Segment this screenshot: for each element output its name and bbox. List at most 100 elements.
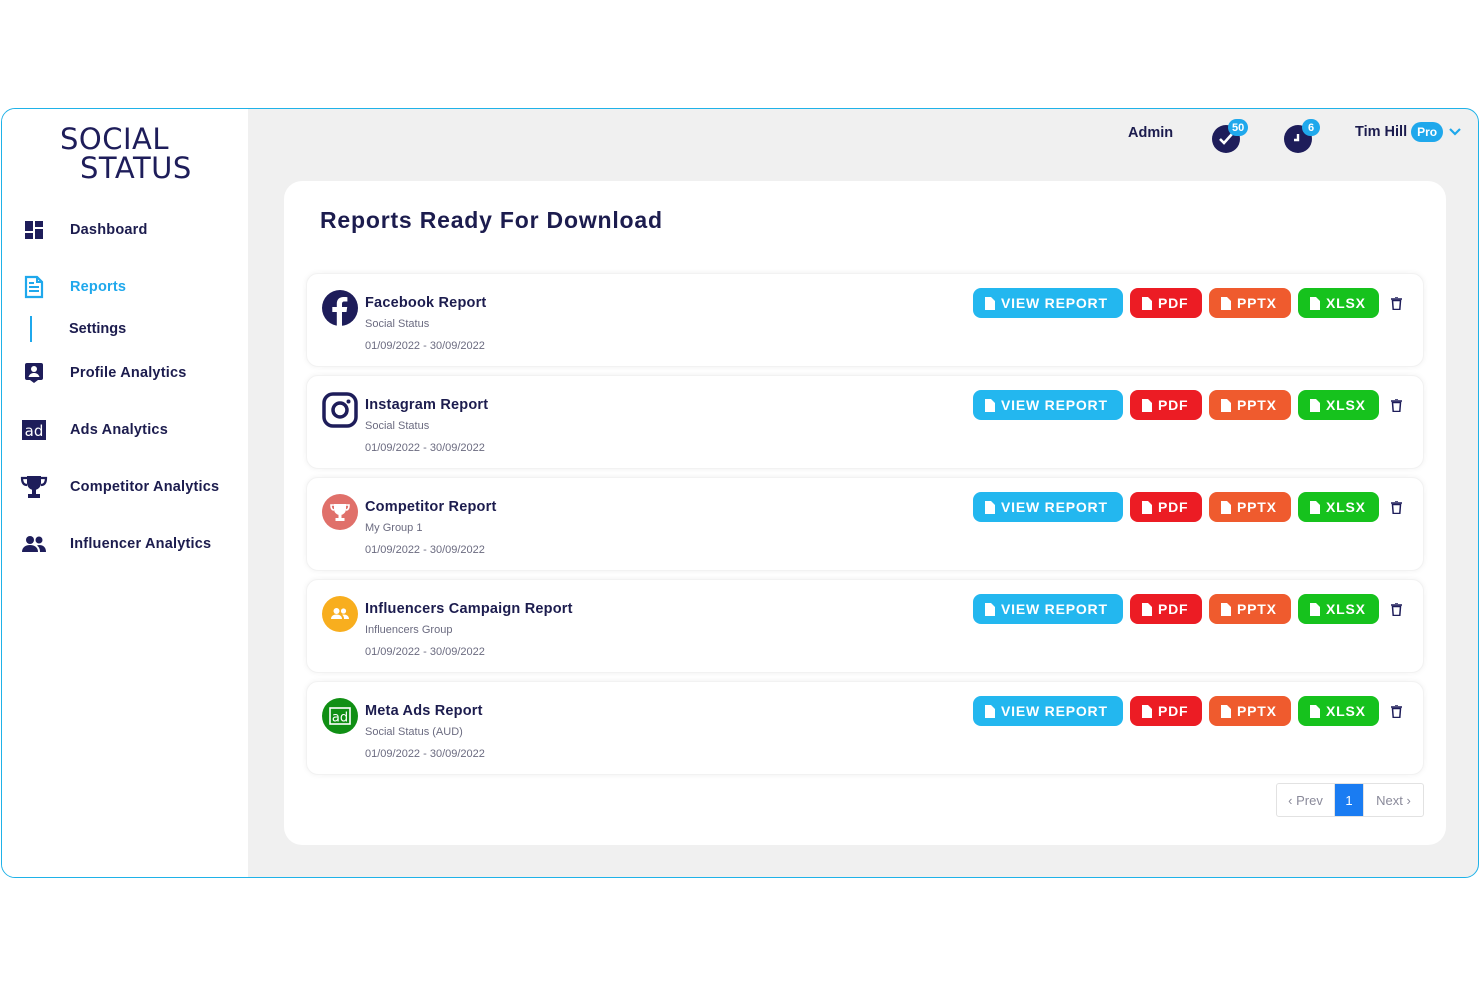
pdf-label: PDF (1158, 499, 1189, 515)
sidebar-item-reports[interactable]: Reports (20, 272, 126, 302)
pdf-label: PDF (1158, 601, 1189, 617)
report-subtitle: Social Status (365, 318, 430, 330)
trash-icon[interactable] (1389, 397, 1403, 413)
report-date-range: 01/09/2022 - 30/09/2022 (365, 748, 485, 760)
trophy-icon (322, 494, 358, 530)
xlsx-label: XLSX (1326, 703, 1366, 719)
pptx-button[interactable]: PPTX (1209, 390, 1291, 420)
view-report-label: VIEW REPORT (1001, 295, 1108, 311)
xlsx-button[interactable]: XLSX (1298, 492, 1379, 522)
page-1-button[interactable]: 1 (1335, 784, 1363, 816)
clock-notification[interactable]: 6 (1284, 119, 1320, 153)
tasks-notification[interactable]: 50 (1212, 119, 1249, 153)
view-report-label: VIEW REPORT (1001, 703, 1108, 719)
report-subtitle: Social Status (365, 420, 430, 432)
view-report-button[interactable]: VIEW REPORT (973, 594, 1123, 624)
file-icon (1221, 500, 1231, 514)
trash-icon[interactable] (1389, 703, 1403, 719)
pptx-button[interactable]: PPTX (1209, 696, 1291, 726)
trash-icon[interactable] (1389, 601, 1403, 617)
ad-icon: ad (322, 698, 358, 734)
xlsx-button[interactable]: XLSX (1298, 696, 1379, 726)
logo[interactable]: SOCIAL STATUS (60, 125, 200, 183)
view-report-label: VIEW REPORT (1001, 601, 1108, 617)
view-report-button[interactable]: VIEW REPORT (973, 288, 1123, 318)
people-icon (20, 531, 48, 557)
file-icon (1310, 296, 1320, 310)
svg-text:ad: ad (332, 711, 348, 726)
pdf-label: PDF (1158, 703, 1189, 719)
xlsx-label: XLSX (1326, 397, 1366, 413)
sidebar-item-profile-analytics[interactable]: Profile Analytics (20, 358, 186, 388)
instagram-icon (322, 392, 358, 428)
pdf-button[interactable]: PDF (1130, 288, 1202, 318)
trash-icon[interactable] (1389, 499, 1403, 515)
report-title: Facebook Report (365, 295, 487, 311)
file-icon (985, 398, 995, 412)
people-icon (322, 596, 358, 632)
next-page-button[interactable]: Next › (1363, 784, 1423, 816)
xlsx-button[interactable]: XLSX (1298, 288, 1379, 318)
pdf-button[interactable]: PDF (1130, 492, 1202, 522)
file-icon (1310, 602, 1320, 616)
trash-icon[interactable] (1389, 295, 1403, 311)
user-menu[interactable]: Tim Hill Pro (1355, 122, 1461, 142)
view-report-label: VIEW REPORT (1001, 499, 1108, 515)
sidebar-item-competitor-analytics[interactable]: Competitor Analytics (20, 472, 219, 502)
pdf-button[interactable]: PDF (1130, 390, 1202, 420)
pptx-label: PPTX (1237, 703, 1277, 719)
file-icon (1310, 398, 1320, 412)
prev-page-button[interactable]: ‹ Prev (1277, 784, 1335, 816)
pptx-label: PPTX (1237, 295, 1277, 311)
pdf-label: PDF (1158, 295, 1189, 311)
report-row: Facebook Report Social Status 01/09/2022… (306, 273, 1424, 367)
app-window: SOCIAL STATUS Dashboard Reports Settings (1, 108, 1479, 878)
xlsx-button[interactable]: XLSX (1298, 390, 1379, 420)
report-actions: VIEW REPORT PDF PPTX XLSX (966, 288, 1403, 318)
sidebar: SOCIAL STATUS Dashboard Reports Settings (2, 109, 248, 877)
trophy-icon (20, 474, 48, 500)
file-icon (1221, 602, 1231, 616)
sidebar-subitem-settings[interactable]: Settings (30, 316, 126, 342)
report-date-range: 01/09/2022 - 30/09/2022 (365, 442, 485, 454)
clock-badge: 6 (1302, 119, 1320, 136)
facebook-icon (322, 290, 358, 326)
reports-card: Reports Ready For Download Facebook Repo… (284, 181, 1446, 845)
view-report-button[interactable]: VIEW REPORT (973, 390, 1123, 420)
file-icon (1142, 398, 1152, 412)
user-name: Tim Hill (1355, 124, 1408, 140)
report-title: Competitor Report (365, 499, 497, 515)
report-subtitle: My Group 1 (365, 522, 423, 534)
sidebar-item-dashboard[interactable]: Dashboard (20, 215, 148, 245)
pptx-button[interactable]: PPTX (1209, 492, 1291, 522)
ad-icon: ad (20, 417, 48, 443)
pagination: ‹ Prev 1 Next › (1276, 783, 1424, 817)
sidebar-item-label: Reports (70, 279, 127, 295)
file-icon (1142, 500, 1152, 514)
chevron-down-icon (1449, 128, 1461, 136)
sidebar-item-label: Competitor Analytics (70, 479, 220, 495)
report-date-range: 01/09/2022 - 30/09/2022 (365, 340, 485, 352)
pptx-button[interactable]: PPTX (1209, 288, 1291, 318)
file-icon (1142, 602, 1152, 616)
file-icon (1221, 296, 1231, 310)
report-title: Influencers Campaign Report (365, 601, 573, 617)
pdf-button[interactable]: PDF (1130, 594, 1202, 624)
pdf-button[interactable]: PDF (1130, 696, 1202, 726)
admin-link[interactable]: Admin (1128, 125, 1173, 141)
xlsx-label: XLSX (1326, 295, 1366, 311)
report-row: Competitor Report My Group 1 01/09/2022 … (306, 477, 1424, 571)
view-report-button[interactable]: VIEW REPORT (973, 492, 1123, 522)
reports-icon (20, 274, 48, 300)
report-date-range: 01/09/2022 - 30/09/2022 (365, 544, 485, 556)
sidebar-item-ads-analytics[interactable]: ad Ads Analytics (20, 415, 168, 445)
report-actions: VIEW REPORT PDF PPTX XLSX (966, 696, 1403, 726)
pptx-button[interactable]: PPTX (1209, 594, 1291, 624)
report-row: Instagram Report Social Status 01/09/202… (306, 375, 1424, 469)
view-report-button[interactable]: VIEW REPORT (973, 696, 1123, 726)
xlsx-button[interactable]: XLSX (1298, 594, 1379, 624)
file-icon (1142, 704, 1152, 718)
pptx-label: PPTX (1237, 397, 1277, 413)
pdf-label: PDF (1158, 397, 1189, 413)
sidebar-item-influencer-analytics[interactable]: Influencer Analytics (20, 529, 211, 559)
